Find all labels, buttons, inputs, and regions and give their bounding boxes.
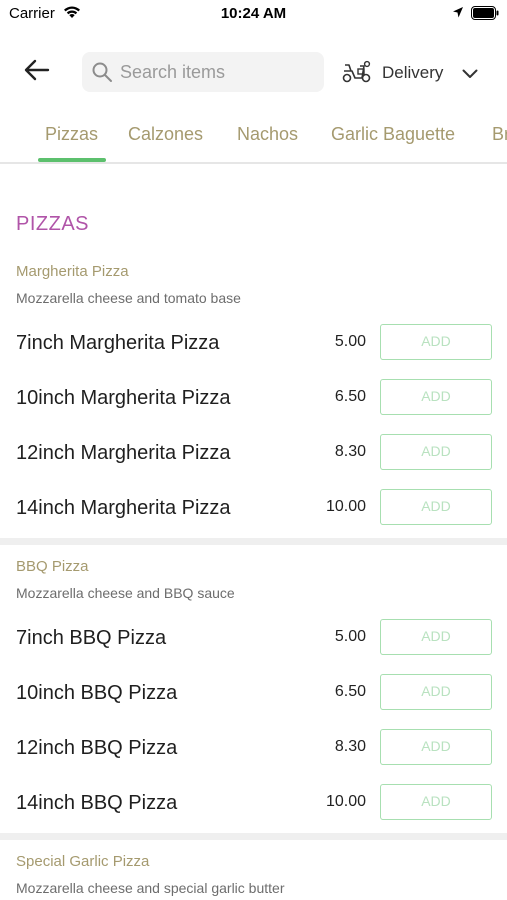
add-button[interactable]: ADD xyxy=(380,434,492,470)
search-box[interactable] xyxy=(82,52,324,92)
add-button[interactable]: ADD xyxy=(380,784,492,820)
add-button[interactable]: ADD xyxy=(380,674,492,710)
scooter-icon xyxy=(342,60,372,89)
group-name: Special Garlic Pizza xyxy=(16,853,150,870)
item-name: 12inch Margherita Pizza xyxy=(16,442,231,464)
item-name: 12inch BBQ Pizza xyxy=(16,737,178,759)
tab-nachos[interactable]: Nachos xyxy=(237,124,298,145)
add-button[interactable]: ADD xyxy=(380,729,492,765)
item-name: 7inch Margherita Pizza xyxy=(16,332,220,354)
delivery-selector[interactable]: Delivery xyxy=(342,54,492,90)
group-desc: Mozzarella cheese and special garlic but… xyxy=(16,880,285,896)
back-arrow-icon xyxy=(24,59,50,86)
item-price: 8.30 xyxy=(334,738,366,755)
tab-pizzas[interactable]: Pizzas xyxy=(45,124,98,145)
item-name: 7inch BBQ Pizza xyxy=(16,627,167,649)
category-tabs: Pizzas Calzones Nachos Garlic Baguette B… xyxy=(0,112,507,164)
item-price: 5.00 xyxy=(334,628,366,645)
add-button[interactable]: ADD xyxy=(380,379,492,415)
group-name: Margherita Pizza xyxy=(16,263,129,280)
header: Delivery xyxy=(0,48,507,96)
active-tab-indicator xyxy=(38,158,106,162)
delivery-label: Delivery xyxy=(382,63,444,82)
add-button[interactable]: ADD xyxy=(380,489,492,525)
item-price: 10.00 xyxy=(325,498,366,515)
battery-icon xyxy=(471,6,499,25)
status-time: 10:24 AM xyxy=(220,5,287,22)
section-title: PIZZAS xyxy=(16,213,90,235)
item-name: 10inch BBQ Pizza xyxy=(16,682,178,704)
back-button[interactable] xyxy=(22,58,52,86)
add-button[interactable]: ADD xyxy=(380,619,492,655)
item-name: 14inch BBQ Pizza xyxy=(16,792,178,814)
group-desc: Mozzarella cheese and tomato base xyxy=(16,290,241,306)
tab-calzones[interactable]: Calzones xyxy=(128,124,203,145)
tab-garlic-baguette[interactable]: Garlic Baguette xyxy=(331,124,455,145)
status-bar: Carrier 10:24 AM xyxy=(0,0,507,28)
section-divider xyxy=(0,833,507,840)
item-price: 10.00 xyxy=(325,793,366,810)
item-name: 14inch Margherita Pizza xyxy=(16,497,231,519)
search-icon xyxy=(91,61,113,88)
chevron-down-icon xyxy=(462,66,478,84)
tab-partial[interactable]: Br xyxy=(492,124,507,145)
group-name: BBQ Pizza xyxy=(16,558,89,575)
section-divider xyxy=(0,538,507,545)
group-desc: Mozzarella cheese and BBQ sauce xyxy=(16,585,235,601)
location-arrow-icon xyxy=(452,6,464,24)
item-name: 10inch Margherita Pizza xyxy=(16,387,231,409)
item-price: 8.30 xyxy=(334,443,366,460)
item-price: 5.00 xyxy=(334,333,366,350)
search-input[interactable] xyxy=(120,52,315,92)
add-button[interactable]: ADD xyxy=(380,324,492,360)
item-price: 6.50 xyxy=(334,388,366,405)
item-price: 6.50 xyxy=(334,683,366,700)
